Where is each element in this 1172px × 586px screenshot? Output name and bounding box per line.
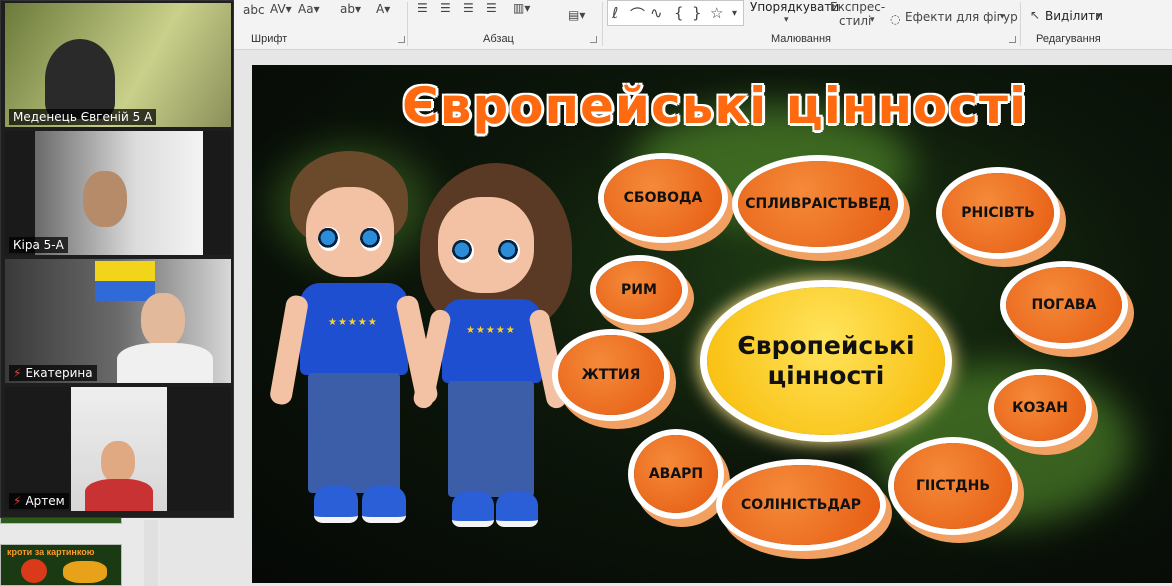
justify-icon[interactable]: ☰	[486, 1, 497, 15]
participant-name: ⚡ Екатерина	[9, 365, 97, 381]
participant-name: Кіра 5-А	[9, 237, 68, 253]
font-dialog-launcher[interactable]	[398, 36, 405, 43]
drawing-dialog-launcher[interactable]	[1009, 36, 1016, 43]
word-cloud[interactable]: СПЛИВРАІСТЬВЕД	[738, 161, 898, 247]
slide-canvas[interactable]: Європейські цінності ★★★★★ ★★★★★ СБОВОДА…	[252, 65, 1172, 583]
shape-effects-icon[interactable]: ◌	[890, 12, 900, 26]
thumbnail-caption: кроти за картинкою	[7, 547, 95, 557]
mic-off-icon: ⚡	[13, 494, 22, 508]
char-spacing-button[interactable]: AV▾	[270, 2, 292, 16]
video-participants-panel: Меденець Євгеній 5 А Кіра 5-А ⚡ Екатерина…	[0, 0, 234, 518]
columns-icon[interactable]: ▥▾	[513, 1, 530, 15]
star-shape-icon[interactable]: ☆	[710, 4, 723, 22]
boy-shirt	[300, 283, 408, 375]
participant-name: ⚡ Артем	[9, 493, 69, 509]
participant-tile[interactable]: ⚡ Екатерина	[5, 259, 231, 383]
participant-tile[interactable]: ⚡ Артем	[5, 387, 231, 511]
divider	[1020, 2, 1021, 46]
word-cloud[interactable]: КОЗАН	[994, 375, 1086, 441]
word-cloud[interactable]: РИМ	[596, 261, 682, 319]
eu-stars: ★★★★★	[328, 317, 378, 328]
girl-shoe	[452, 491, 494, 527]
participant-face	[83, 171, 127, 227]
center-cloud-line-1: Європейські	[737, 331, 915, 360]
paragraph-group-label: Абзац	[483, 33, 514, 45]
thumbnail-scrollbar[interactable]	[144, 520, 158, 586]
arc-shape-icon[interactable]: ⌒	[630, 4, 645, 25]
word-cloud[interactable]: ЖТТИЯ	[558, 335, 664, 415]
boy-shoe	[362, 485, 406, 523]
chevron-down-icon: ▾	[1096, 11, 1101, 21]
thumbnail-image	[21, 559, 47, 583]
strikethrough-button[interactable]: abc	[243, 3, 265, 17]
brace-left-icon[interactable]: {	[674, 4, 684, 22]
participant-face	[101, 441, 135, 483]
highlight-button[interactable]: ab▾	[340, 2, 361, 16]
center-cloud-line-2: цінності	[767, 361, 885, 390]
align-right-icon[interactable]: ☰	[463, 1, 474, 15]
word-cloud[interactable]: СБОВОДА	[604, 159, 722, 237]
participant-video	[71, 387, 167, 511]
cursor-icon[interactable]: ↖	[1030, 8, 1040, 22]
word-cloud[interactable]: ПОГАВА	[1006, 267, 1122, 343]
eu-stars: ★★★★★	[466, 325, 516, 336]
boy-eye	[360, 227, 382, 251]
change-case-button[interactable]: Aa▾	[298, 2, 320, 16]
slide-thumbnail[interactable]: кроти за картинкою	[0, 544, 122, 586]
word-cloud[interactable]: РНІСІВТЬ	[942, 173, 1054, 253]
paragraph-dialog-launcher[interactable]	[590, 36, 597, 43]
girl-shirt	[442, 299, 542, 383]
participant-face	[141, 293, 185, 347]
editing-group-label: Редагування	[1036, 33, 1101, 45]
boy-eye	[318, 227, 340, 251]
divider	[407, 2, 408, 46]
arrange-button[interactable]: Упорядкувати	[750, 0, 839, 14]
divider	[602, 2, 603, 46]
boy-jeans	[308, 373, 400, 493]
word-cloud[interactable]: СОЛІНІСТЬДАР	[722, 465, 880, 545]
brace-right-icon[interactable]: }	[692, 4, 702, 22]
participant-video	[45, 39, 115, 119]
font-color-button[interactable]: A▾	[376, 2, 390, 16]
word-cloud[interactable]: ГІІСТДНЬ	[894, 443, 1012, 529]
shapes-gallery[interactable]: ℓ ⌒ ∿ { } ☆ ▾	[607, 0, 744, 26]
drawing-group-label: Малювання	[771, 33, 832, 45]
girl-jeans	[448, 381, 534, 497]
participant-tile[interactable]: Меденець Євгеній 5 А	[5, 3, 231, 127]
chevron-down-icon: ▾	[784, 15, 789, 25]
quick-styles-label-1[interactable]: Експрес-	[830, 0, 885, 14]
align-left-icon[interactable]: ☰	[417, 1, 428, 15]
thumbnail-image	[63, 561, 107, 583]
chevron-down-icon: ▾	[870, 15, 875, 25]
participant-name: Меденець Євгеній 5 А	[9, 109, 157, 125]
gallery-more-icon[interactable]: ▾	[732, 8, 737, 19]
chevron-down-icon: ▾	[1000, 12, 1005, 22]
align-center-icon[interactable]: ☰	[440, 1, 451, 15]
font-group-label: Шрифт	[251, 33, 288, 45]
mic-off-icon: ⚡	[13, 366, 22, 380]
girl-eye	[452, 239, 474, 263]
flag-yellow	[95, 261, 155, 281]
participant-body	[85, 479, 153, 511]
girl-eye	[498, 239, 520, 263]
girl-shoe	[496, 491, 538, 527]
freeform-shape-icon[interactable]: ℓ	[612, 4, 618, 22]
select-button[interactable]: Виділити	[1045, 9, 1103, 23]
center-cloud[interactable]: Європейські цінності	[707, 287, 945, 435]
word-cloud[interactable]: АВАРП	[634, 435, 718, 513]
participant-tile[interactable]: Кіра 5-А	[5, 131, 231, 255]
flag-blue	[95, 281, 155, 301]
participant-body	[117, 343, 213, 383]
smartart-icon[interactable]: ▤▾	[568, 8, 585, 22]
quick-styles-label-2[interactable]: стилі	[839, 14, 871, 28]
kids-illustration[interactable]: ★★★★★ ★★★★★	[268, 145, 572, 545]
boy-shoe	[314, 485, 358, 523]
slide-title[interactable]: Європейські цінності	[402, 77, 1027, 135]
curve-shape-icon[interactable]: ∿	[650, 4, 663, 22]
